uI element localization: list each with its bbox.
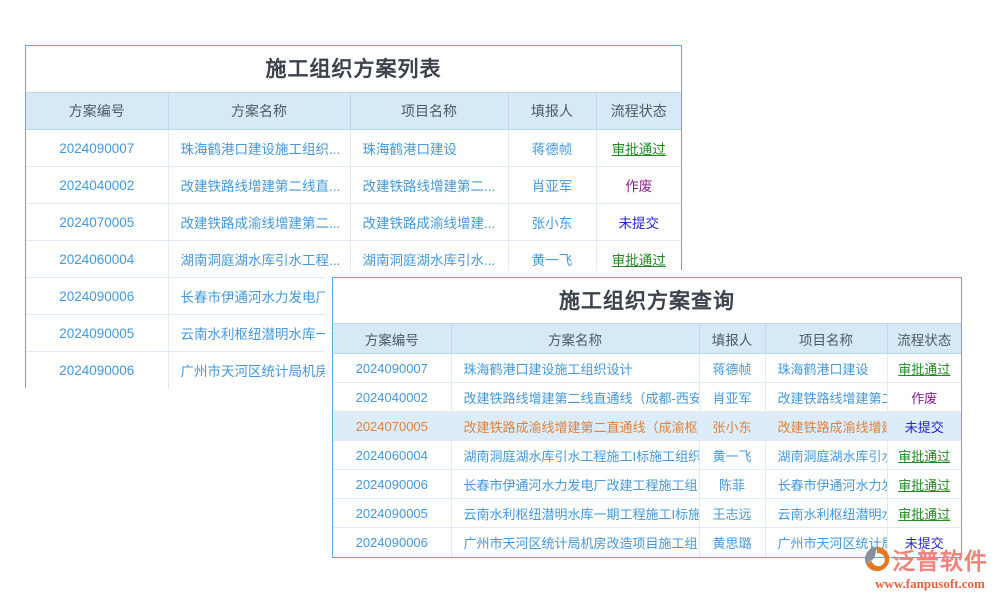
status-approved[interactable]: 审批通过	[898, 449, 950, 464]
cell-status: 审批通过	[887, 441, 961, 470]
cell-no: 2024090006	[333, 528, 451, 557]
vendor-website-url[interactable]: www.fanpusoft.com	[864, 576, 996, 592]
cell-no: 2024040002	[26, 167, 168, 204]
plan-query-table: 方案编号方案名称填报人项目名称流程状态 2024090007珠海鹤港口建设施工组…	[333, 323, 961, 557]
cell-person: 肖亚军	[508, 167, 596, 204]
cell-name: 长春市伊通河水力发电厂...	[168, 278, 350, 315]
cell-no: 2024090006	[26, 278, 168, 315]
cell-project: 改建铁路成渝线增建	[765, 412, 887, 441]
column-header: 方案名称	[451, 324, 699, 354]
plan-query-header: 方案编号方案名称填报人项目名称流程状态	[333, 324, 961, 354]
column-header: 流程状态	[887, 324, 961, 354]
cell-status: 作废	[596, 167, 681, 204]
cell-no: 2024060004	[26, 241, 168, 278]
table-row[interactable]: 2024070005改建铁路成渝线增建第二...改建铁路成渝线增建...张小东 未…	[26, 204, 681, 241]
cell-no: 2024040002	[333, 383, 451, 412]
cell-person: 黄一飞	[508, 241, 596, 278]
cell-status: 未提交	[887, 412, 961, 441]
column-header: 项目名称	[350, 93, 508, 130]
cell-person: 黄一飞	[699, 441, 765, 470]
plan-list-title: 施工组织方案列表	[26, 46, 681, 92]
status-approved[interactable]: 审批通过	[898, 507, 950, 522]
cell-person: 张小东	[508, 204, 596, 241]
plan-query-panel: 施工组织方案查询 方案编号方案名称填报人项目名称流程状态 2024090007珠…	[332, 277, 962, 558]
status-unsubmitted: 未提交	[905, 420, 944, 435]
status-approved[interactable]: 审批通过	[898, 362, 950, 377]
cell-status: 审批通过	[887, 354, 961, 383]
table-row[interactable]: 2024060004湖南洞庭湖水库引水工程施工I标施工组织黄一飞湖南洞庭湖水库引…	[333, 441, 961, 470]
cell-no: 2024070005	[333, 412, 451, 441]
table-row[interactable]: 2024090006长春市伊通河水力发电厂改建工程施工组陈菲长春市伊通河水力发审…	[333, 470, 961, 499]
cell-status: 作废	[887, 383, 961, 412]
cell-status: 未提交	[596, 204, 681, 241]
cell-name: 改建铁路线增建第二线直...	[168, 167, 350, 204]
status-approved[interactable]: 审批通过	[612, 142, 666, 157]
plan-list-header: 方案编号方案名称项目名称填报人流程状态	[26, 93, 681, 130]
status-approved[interactable]: 审批通过	[612, 253, 666, 268]
fanpu-logo-icon	[864, 546, 890, 572]
cell-name: 珠海鹤港口建设施工组织...	[168, 130, 350, 167]
column-header: 方案名称	[168, 93, 350, 130]
cell-project: 珠海鹤港口建设	[765, 354, 887, 383]
plan-query-title: 施工组织方案查询	[333, 278, 961, 323]
cell-status: 审批通过	[887, 470, 961, 499]
cell-name: 广州市天河区统计局机房改造项目施工组	[451, 528, 699, 557]
cell-status: 审批通过	[887, 499, 961, 528]
table-row[interactable]: 2024040002改建铁路线增建第二线直通线（成都-西安肖亚军改建铁路线增建第…	[333, 383, 961, 412]
status-void: 作废	[911, 391, 937, 406]
cell-no: 2024090006	[26, 352, 168, 389]
status-void: 作废	[625, 179, 652, 194]
column-header: 流程状态	[596, 93, 681, 130]
cell-name: 广州市天河区统计局机房...	[168, 352, 350, 389]
cell-person: 陈菲	[699, 470, 765, 499]
table-row[interactable]: 2024070005改建铁路成渝线增建第二直通线（成渝枢张小东改建铁路成渝线增建…	[333, 412, 961, 441]
cell-name: 改建铁路线增建第二线直通线（成都-西安	[451, 383, 699, 412]
cell-project: 湖南洞庭湖水库引水	[765, 441, 887, 470]
cell-person: 蒋德帧	[699, 354, 765, 383]
table-row[interactable]: 2024090007珠海鹤港口建设施工组织设计蒋德帧珠海鹤港口建设审批通过	[333, 354, 961, 383]
cell-no: 2024090007	[26, 130, 168, 167]
cell-name: 云南水利枢纽潜明水库一...	[168, 315, 350, 352]
status-approved[interactable]: 审批通过	[898, 478, 950, 493]
cell-person: 肖亚军	[699, 383, 765, 412]
cell-no: 2024090006	[333, 470, 451, 499]
column-header: 项目名称	[765, 324, 887, 354]
column-header: 方案编号	[333, 324, 451, 354]
cell-name: 长春市伊通河水力发电厂改建工程施工组	[451, 470, 699, 499]
status-unsubmitted: 未提交	[619, 216, 660, 231]
cell-no: 2024090007	[333, 354, 451, 383]
cell-name: 云南水利枢纽潜明水库一期工程施工I标施	[451, 499, 699, 528]
cell-person: 蒋德帧	[508, 130, 596, 167]
cell-project: 湖南洞庭湖水库引水...	[350, 241, 508, 278]
cell-no: 2024060004	[333, 441, 451, 470]
table-row[interactable]: 2024090005云南水利枢纽潜明水库一期工程施工I标施王志远云南水利枢纽潜明…	[333, 499, 961, 528]
vendor-branding: 泛普软件 www.fanpusoft.com	[864, 542, 996, 592]
cell-project: 长春市伊通河水力发	[765, 470, 887, 499]
cell-name: 改建铁路成渝线增建第二...	[168, 204, 350, 241]
table-row[interactable]: 2024090007珠海鹤港口建设施工组织...珠海鹤港口建设蒋德帧 审批通过	[26, 130, 681, 167]
cell-person: 黄思璐	[699, 528, 765, 557]
cell-status: 审批通过	[596, 241, 681, 278]
vendor-name: 泛普软件	[892, 542, 988, 576]
cell-project: 改建铁路线增建第二...	[350, 167, 508, 204]
cell-no: 2024070005	[26, 204, 168, 241]
cell-person: 王志远	[699, 499, 765, 528]
cell-no: 2024090005	[26, 315, 168, 352]
table-row[interactable]: 2024060004湖南洞庭湖水库引水工程...湖南洞庭湖水库引水...黄一飞 审…	[26, 241, 681, 278]
cell-project: 改建铁路线增建第二	[765, 383, 887, 412]
cell-name: 珠海鹤港口建设施工组织设计	[451, 354, 699, 383]
cell-project: 珠海鹤港口建设	[350, 130, 508, 167]
cell-project: 云南水利枢纽潜明水	[765, 499, 887, 528]
cell-status: 审批通过	[596, 130, 681, 167]
column-header: 方案编号	[26, 93, 168, 130]
column-header: 填报人	[508, 93, 596, 130]
column-header: 填报人	[699, 324, 765, 354]
cell-name: 湖南洞庭湖水库引水工程施工I标施工组织	[451, 441, 699, 470]
cell-no: 2024090005	[333, 499, 451, 528]
cell-person: 张小东	[699, 412, 765, 441]
cell-name: 湖南洞庭湖水库引水工程...	[168, 241, 350, 278]
cell-project: 改建铁路成渝线增建...	[350, 204, 508, 241]
cell-name: 改建铁路成渝线增建第二直通线（成渝枢	[451, 412, 699, 441]
table-row[interactable]: 2024040002改建铁路线增建第二线直...改建铁路线增建第二...肖亚军 作…	[26, 167, 681, 204]
